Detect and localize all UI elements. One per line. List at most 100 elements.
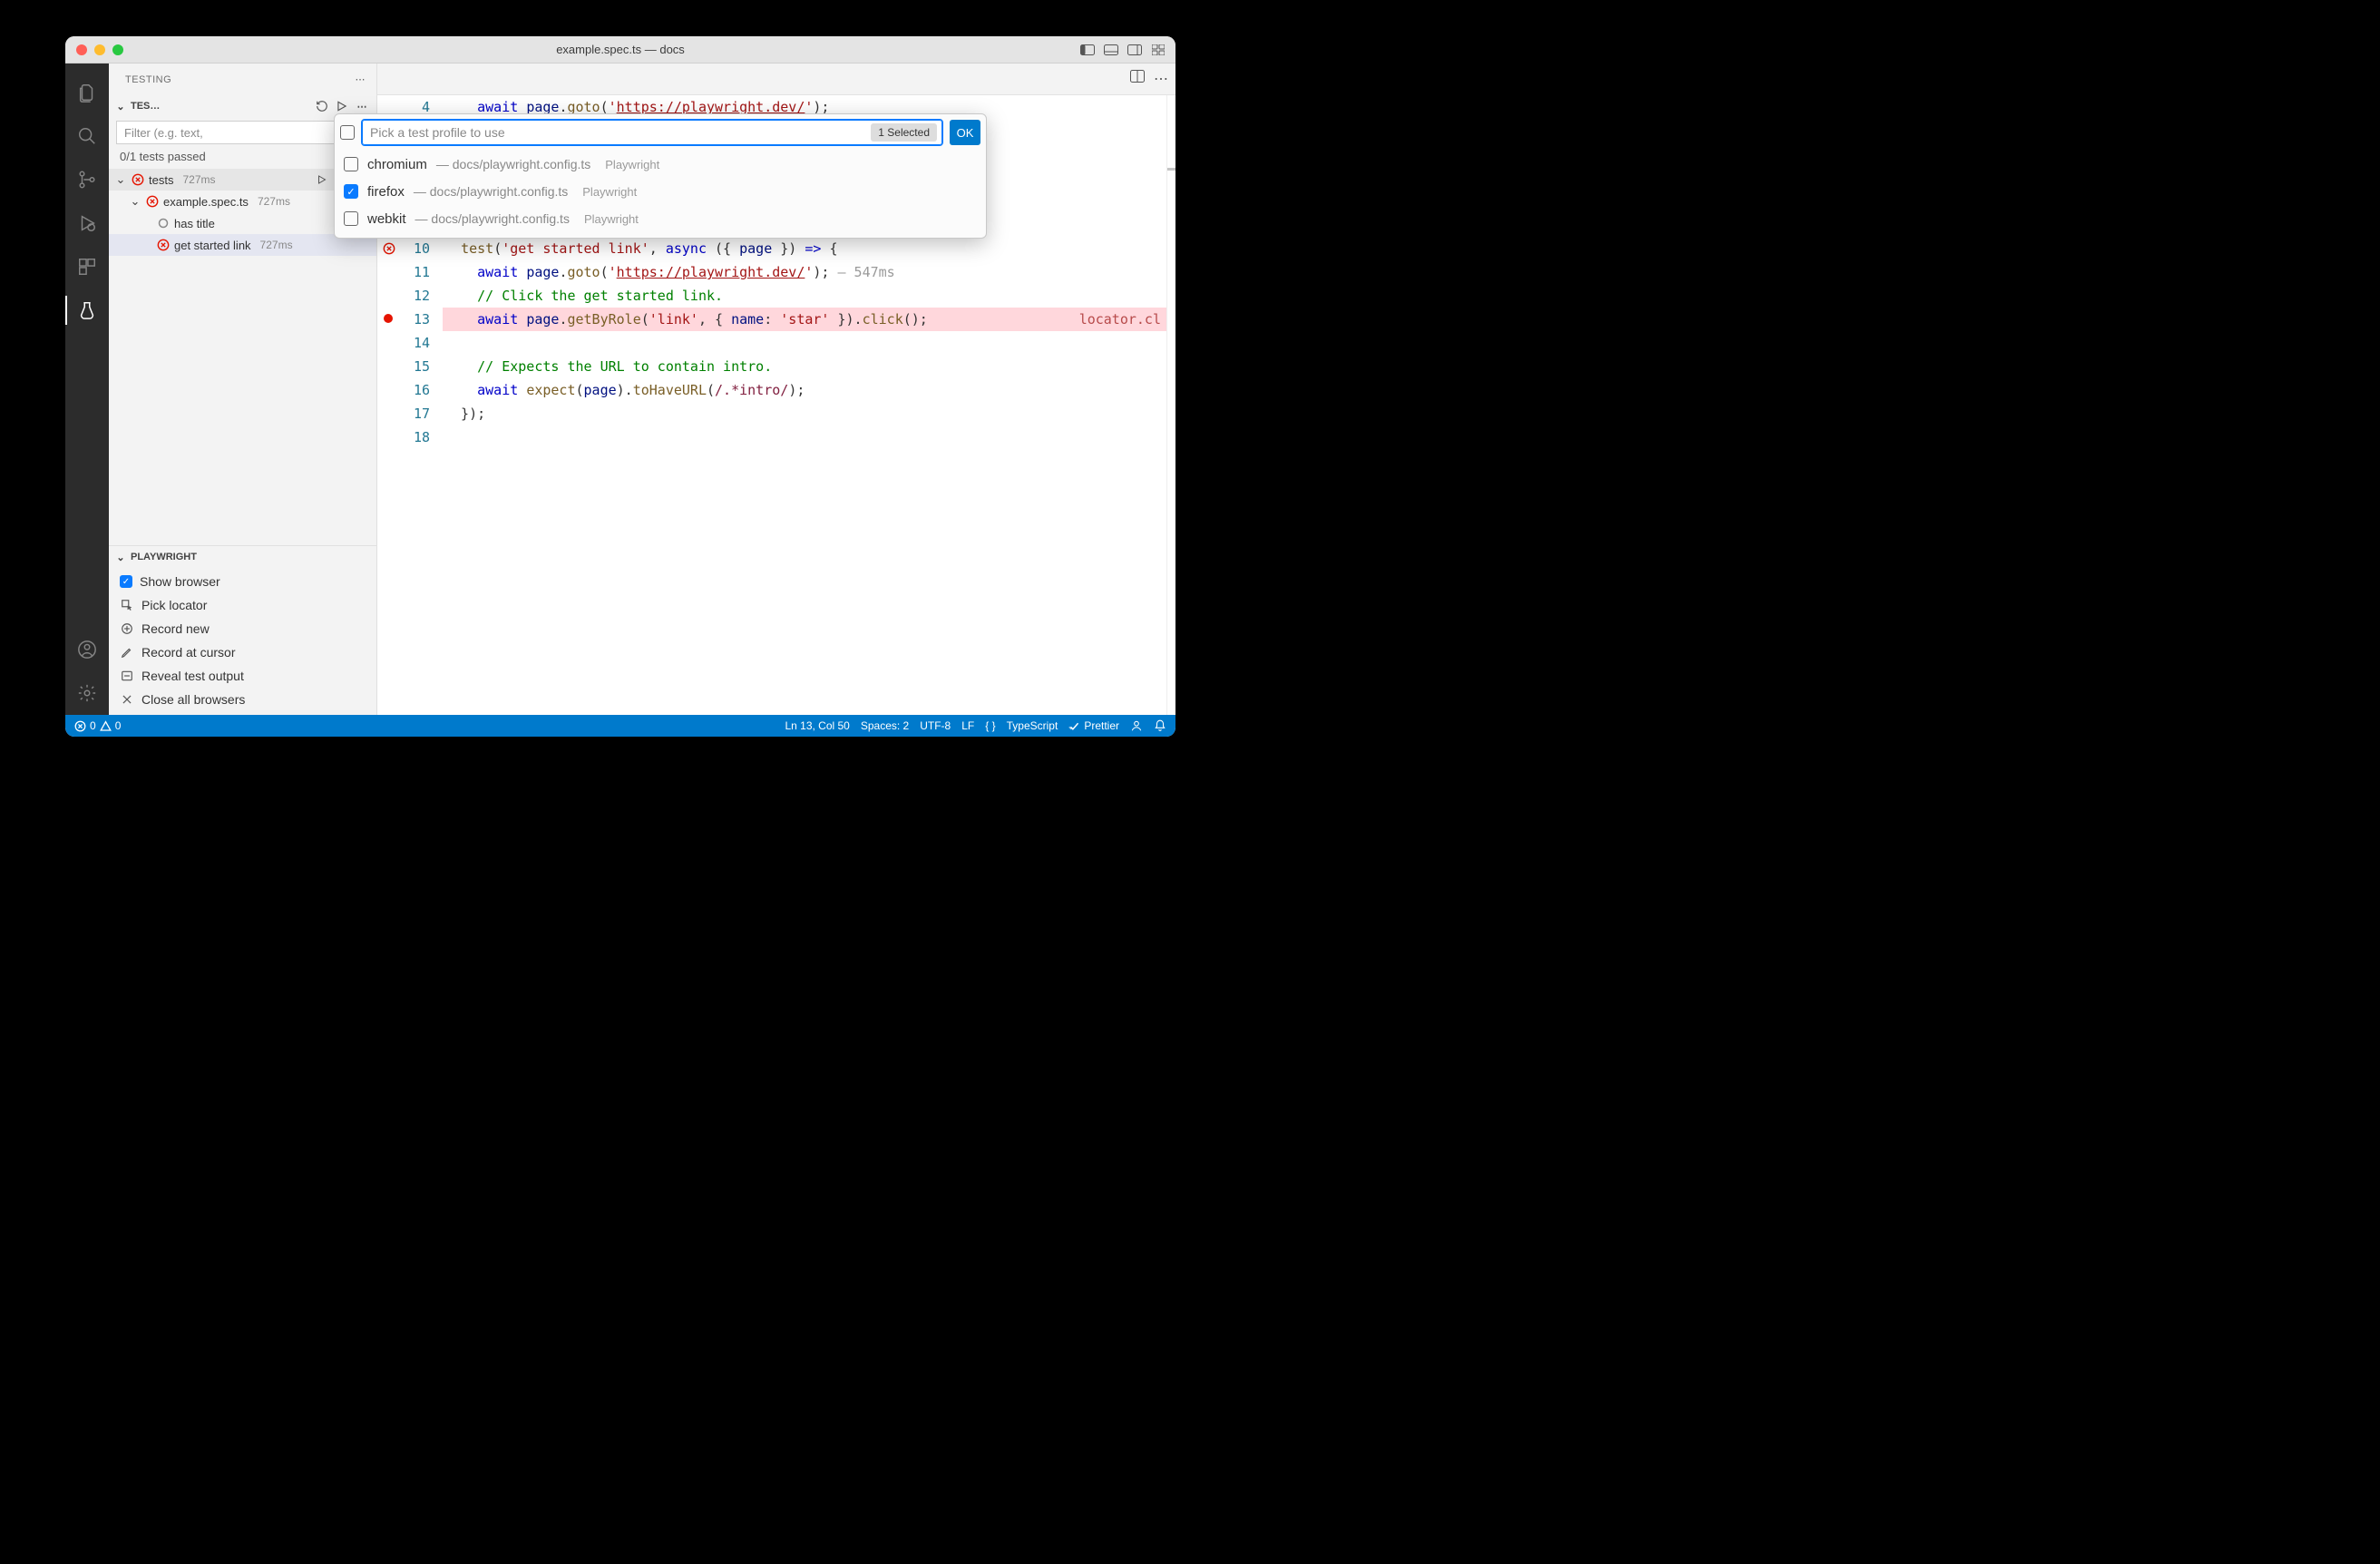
status-feedback-icon[interactable] [1130, 719, 1143, 732]
playwright-section-label: PLAYWRIGHT [131, 552, 371, 562]
item-hint: Playwright [582, 185, 637, 199]
minimize-window[interactable] [94, 44, 105, 55]
item-hint: Playwright [605, 158, 659, 171]
tests-filter-input[interactable] [116, 121, 369, 144]
item-hint: Playwright [584, 212, 639, 226]
pw-reveal-output[interactable]: Reveal test output [109, 664, 376, 688]
filter-wrap [116, 121, 369, 144]
edit-icon [120, 646, 134, 659]
close-icon [120, 693, 134, 706]
status-fail-icon [145, 195, 160, 208]
tree-label: has title [174, 217, 215, 230]
activity-bar [65, 64, 109, 715]
item-checkbox[interactable]: ✓ [344, 184, 358, 199]
more-tests-icon[interactable]: ⋯ [353, 97, 371, 115]
status-eol[interactable]: LF [961, 719, 974, 732]
status-not-run-icon [156, 218, 171, 229]
status-bar: 0 0 Ln 13, Col 50 Spaces: 2 UTF-8 LF { }… [65, 715, 1175, 737]
playwright-section: ⌄ PLAYWRIGHT ✓ Show browser Pick locator… [109, 545, 376, 715]
tests-section-label: TES… [131, 101, 309, 112]
tree-duration: 727ms [260, 239, 293, 251]
status-errors: 0 [90, 719, 96, 732]
status-fail-icon [131, 173, 145, 186]
status-indent[interactable]: Spaces: 2 [861, 719, 909, 732]
ok-button[interactable]: OK [950, 120, 980, 145]
pw-show-browser[interactable]: ✓ Show browser [109, 570, 376, 593]
pw-record-at-cursor[interactable]: Record at cursor [109, 640, 376, 664]
status-prettier-label: Prettier [1084, 719, 1119, 732]
zoom-window[interactable] [112, 44, 123, 55]
item-checkbox[interactable] [344, 157, 358, 171]
window: example.spec.ts — docs TESTING ⋯ [65, 36, 1175, 737]
close-window[interactable] [76, 44, 87, 55]
titlebar: example.spec.ts — docs [65, 36, 1175, 64]
run-debug-icon[interactable] [65, 201, 109, 245]
split-editor-icon[interactable] [1130, 70, 1145, 88]
item-label: chromium [367, 157, 427, 172]
status-braces-icon[interactable]: { } [985, 719, 995, 732]
status-bell-icon[interactable] [1154, 719, 1166, 732]
sidebar-title-label: TESTING [125, 74, 171, 85]
customize-layout-icon[interactable] [1148, 42, 1168, 58]
refresh-tests-icon[interactable] [313, 97, 331, 115]
item-sublabel: — docs/playwright.config.ts [415, 211, 570, 226]
accounts-icon[interactable] [65, 628, 109, 671]
pw-item-label: Show browser [140, 574, 220, 589]
quick-pick-input[interactable] [362, 120, 942, 145]
editor-tabbar: ⋯ [377, 64, 1175, 95]
pw-close-all[interactable]: Close all browsers [109, 688, 376, 711]
pw-item-label: Record at cursor [141, 645, 235, 660]
status-encoding[interactable]: UTF-8 [920, 719, 951, 732]
checkbox-icon[interactable]: ✓ [120, 575, 132, 588]
item-checkbox[interactable] [344, 211, 358, 226]
more-editor-icon[interactable]: ⋯ [1154, 70, 1168, 88]
more-actions-icon[interactable]: ⋯ [356, 73, 366, 85]
item-sublabel: — docs/playwright.config.ts [436, 157, 590, 171]
explorer-icon[interactable] [65, 71, 109, 114]
run-test-icon[interactable] [313, 171, 331, 189]
search-icon[interactable] [65, 114, 109, 158]
quick-pick-item[interactable]: webkit — docs/playwright.config.ts Playwr… [340, 205, 980, 232]
tree-duration: 727ms [258, 195, 290, 208]
testing-icon[interactable] [65, 288, 109, 332]
status-cursor[interactable]: Ln 13, Col 50 [785, 719, 849, 732]
item-label: webkit [367, 211, 406, 227]
item-label: firefox [367, 184, 405, 200]
source-control-icon[interactable] [65, 158, 109, 201]
tree-label: tests [149, 173, 173, 187]
pw-item-label: Record new [141, 621, 210, 636]
sidebar-title: TESTING ⋯ [109, 64, 376, 95]
pw-item-label: Reveal test output [141, 669, 244, 683]
quick-pick-item[interactable]: ✓ firefox — docs/playwright.config.ts Pla… [340, 178, 980, 205]
toggle-primary-sidebar-icon[interactable] [1078, 42, 1097, 58]
select-all-checkbox[interactable] [340, 125, 355, 140]
quick-pick-item[interactable]: chromium — docs/playwright.config.ts Play… [340, 151, 980, 178]
chevron-down-icon: ⌄ [129, 194, 141, 209]
pw-record-new[interactable]: Record new [109, 617, 376, 640]
terminal-icon [120, 670, 134, 682]
item-sublabel: — docs/playwright.config.ts [414, 184, 568, 199]
status-problems[interactable]: 0 0 [74, 719, 121, 732]
minimap[interactable] [1166, 95, 1175, 715]
selection-badge: 1 Selected [871, 123, 937, 142]
tree-label: example.spec.ts [163, 195, 249, 209]
status-prettier[interactable]: Prettier [1068, 719, 1119, 732]
plus-circle-icon [120, 622, 134, 635]
toggle-secondary-sidebar-icon[interactable] [1125, 42, 1145, 58]
playwright-section-header[interactable]: ⌄ PLAYWRIGHT [109, 546, 376, 568]
window-controls [76, 44, 123, 55]
chevron-down-icon: ⌄ [114, 101, 127, 112]
titlebar-layout-controls [1078, 42, 1168, 58]
toggle-panel-icon[interactable] [1101, 42, 1121, 58]
run-all-tests-icon[interactable] [333, 97, 351, 115]
extensions-icon[interactable] [65, 245, 109, 288]
chevron-down-icon: ⌄ [114, 552, 127, 563]
tree-duration: 727ms [182, 173, 215, 186]
pw-item-label: Pick locator [141, 598, 207, 612]
chevron-down-icon: ⌄ [114, 172, 127, 187]
settings-gear-icon[interactable] [65, 671, 109, 715]
status-fail-icon [156, 239, 171, 251]
status-language[interactable]: TypeScript [1007, 719, 1058, 732]
window-title: example.spec.ts — docs [65, 43, 1175, 56]
pw-pick-locator[interactable]: Pick locator [109, 593, 376, 617]
